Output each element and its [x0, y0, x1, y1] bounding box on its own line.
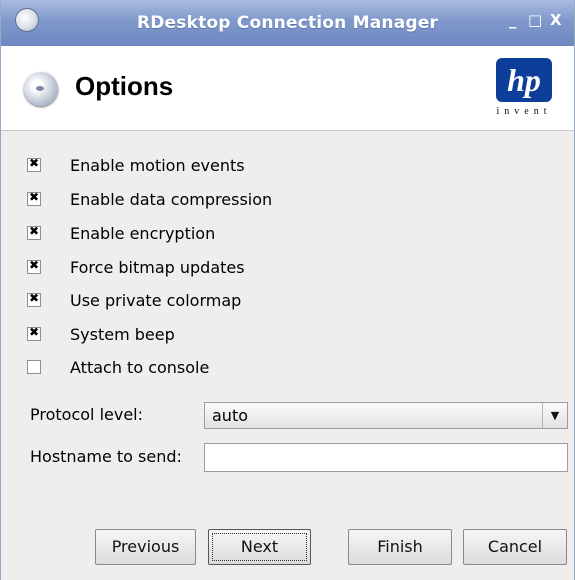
checkbox[interactable]	[27, 360, 41, 374]
protocol-level-value: auto	[212, 406, 249, 425]
options-icon	[24, 72, 58, 106]
next-button[interactable]: Next	[208, 529, 311, 565]
hp-logo: hp invent	[489, 58, 559, 124]
hostname-input[interactable]	[204, 443, 568, 472]
protocol-level-label: Protocol level:	[30, 405, 143, 424]
cancel-button[interactable]: Cancel	[463, 529, 567, 565]
title-bar[interactable]: RDesktop Connection Manager _ □ X	[1, 0, 574, 46]
page-title: Options	[75, 71, 174, 101]
hostname-label: Hostname to send:	[30, 447, 182, 466]
option-label: Force bitmap updates	[70, 258, 245, 277]
minimize-button[interactable]: _	[509, 11, 517, 29]
window-title: RDesktop Connection Manager	[136, 13, 439, 33]
options-header: Options hp invent	[1, 46, 574, 131]
option-label: Enable data compression	[70, 190, 273, 209]
option-label: Enable motion events	[70, 156, 245, 175]
checkbox[interactable]	[27, 224, 41, 240]
checkbox[interactable]	[27, 190, 41, 206]
checkbox[interactable]	[27, 156, 41, 172]
previous-button[interactable]: Previous	[95, 529, 196, 565]
chevron-down-icon[interactable]: ▼	[542, 403, 567, 428]
option-label: Use private colormap	[70, 291, 242, 310]
checkbox[interactable]	[27, 258, 41, 274]
finish-button[interactable]: Finish	[348, 529, 452, 565]
hp-logo-badge: hp	[496, 58, 552, 102]
close-button[interactable]: X	[550, 11, 562, 29]
protocol-level-select[interactable]: auto ▼	[204, 402, 568, 429]
checkbox[interactable]	[27, 325, 41, 341]
option-label: Attach to console	[70, 358, 210, 377]
maximize-button[interactable]: □	[528, 11, 542, 29]
rdesktop-window: RDesktop Connection Manager _ □ X Option…	[0, 0, 575, 580]
option-label: System beep	[70, 325, 175, 344]
option-label: Enable encryption	[70, 224, 216, 243]
hp-logo-tagline: invent	[496, 106, 552, 117]
checkbox[interactable]	[27, 291, 41, 307]
